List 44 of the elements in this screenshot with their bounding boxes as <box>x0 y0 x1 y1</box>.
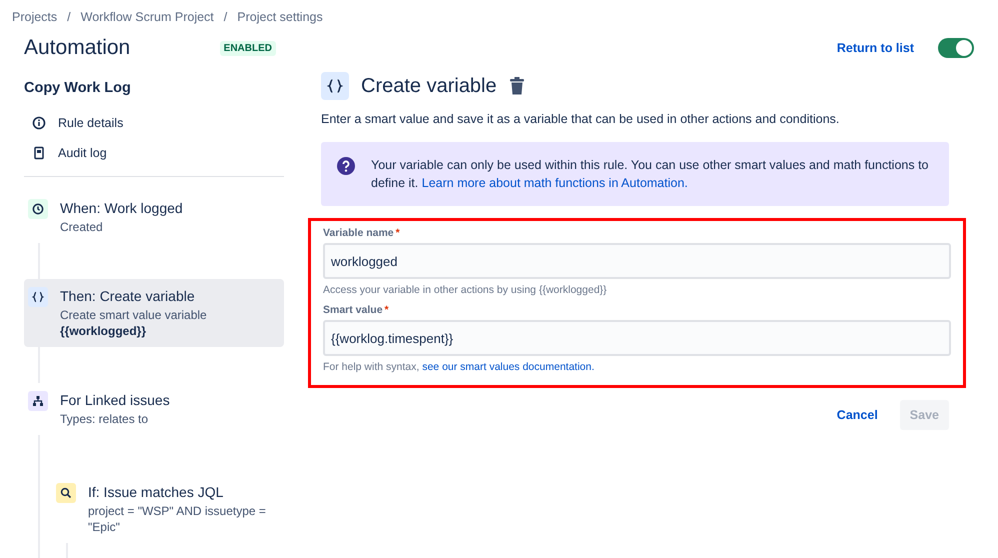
step-title: Then: Create variable <box>60 287 196 305</box>
info-icon <box>32 116 46 130</box>
math-functions-link[interactable]: Learn more about math functions in Automation. <box>422 176 688 190</box>
help-icon <box>337 157 355 175</box>
document-icon <box>32 146 46 160</box>
panel-description: Enter a smart value and save it as a variable that can be used in other actions and conditions. <box>321 112 840 126</box>
field-help: Access your variable in other actions by using {{worklogged}} <box>323 284 608 296</box>
field-label: Smart value * <box>323 304 390 316</box>
field-help: For help with syntax, see our smart values documentation. <box>323 361 596 373</box>
breadcrumb-separator: / <box>67 10 71 24</box>
rule-name: Copy Work Log <box>24 80 132 96</box>
field-label: Variable name * <box>323 227 401 239</box>
required-mark: * <box>396 227 400 239</box>
braces-icon <box>321 72 349 100</box>
panel-title: Create variable <box>361 74 497 98</box>
step-title: If: Issue matches JQL <box>88 483 224 501</box>
text-field[interactable]: worklogged <box>323 243 951 279</box>
page-title: Automation <box>24 36 130 60</box>
rule-step[interactable]: Then: Create variable Create smart value variable {{worklogged}} <box>24 279 284 347</box>
return-link[interactable]: Return to list <box>836 41 914 55</box>
documentation-link[interactable]: see our smart values documentation. <box>422 361 594 373</box>
braces-icon <box>32 291 44 303</box>
step-description: project = "WSP" AND issuetype = "Epic" <box>88 503 266 535</box>
cancel-button[interactable]: Cancel <box>826 400 888 430</box>
trash-icon[interactable] <box>508 77 525 95</box>
status-badge: ENABLED <box>220 40 276 56</box>
rule-toggle[interactable] <box>938 38 974 58</box>
breadcrumb-link[interactable]: Projects <box>12 10 58 24</box>
step-description: Created <box>60 219 104 235</box>
text-field[interactable]: {{worklog.timespent}} <box>323 320 951 356</box>
step-description: Types: relates to <box>60 411 150 427</box>
sidebar-link[interactable]: Rule details <box>24 108 284 138</box>
clock-icon <box>32 203 44 215</box>
required-mark: * <box>384 304 389 316</box>
hierarchy-icon <box>32 395 44 407</box>
step-title: When: Work logged <box>60 199 183 217</box>
step-title: For Linked issues <box>60 391 170 409</box>
search-icon <box>60 487 72 499</box>
breadcrumb-separator: / <box>224 10 228 24</box>
breadcrumb-link[interactable]: Workflow Scrum Project <box>80 10 214 24</box>
sidebar-link[interactable]: Audit log <box>24 138 284 168</box>
notice-text: Your variable can only be used within this rule. You can use other smart values and math functions to define it. Learn more about math functions in Automation. <box>371 157 930 192</box>
breadcrumb-link[interactable]: Project settings <box>237 10 323 24</box>
step-description: Create smart value variable {{worklogged}} <box>60 307 207 339</box>
